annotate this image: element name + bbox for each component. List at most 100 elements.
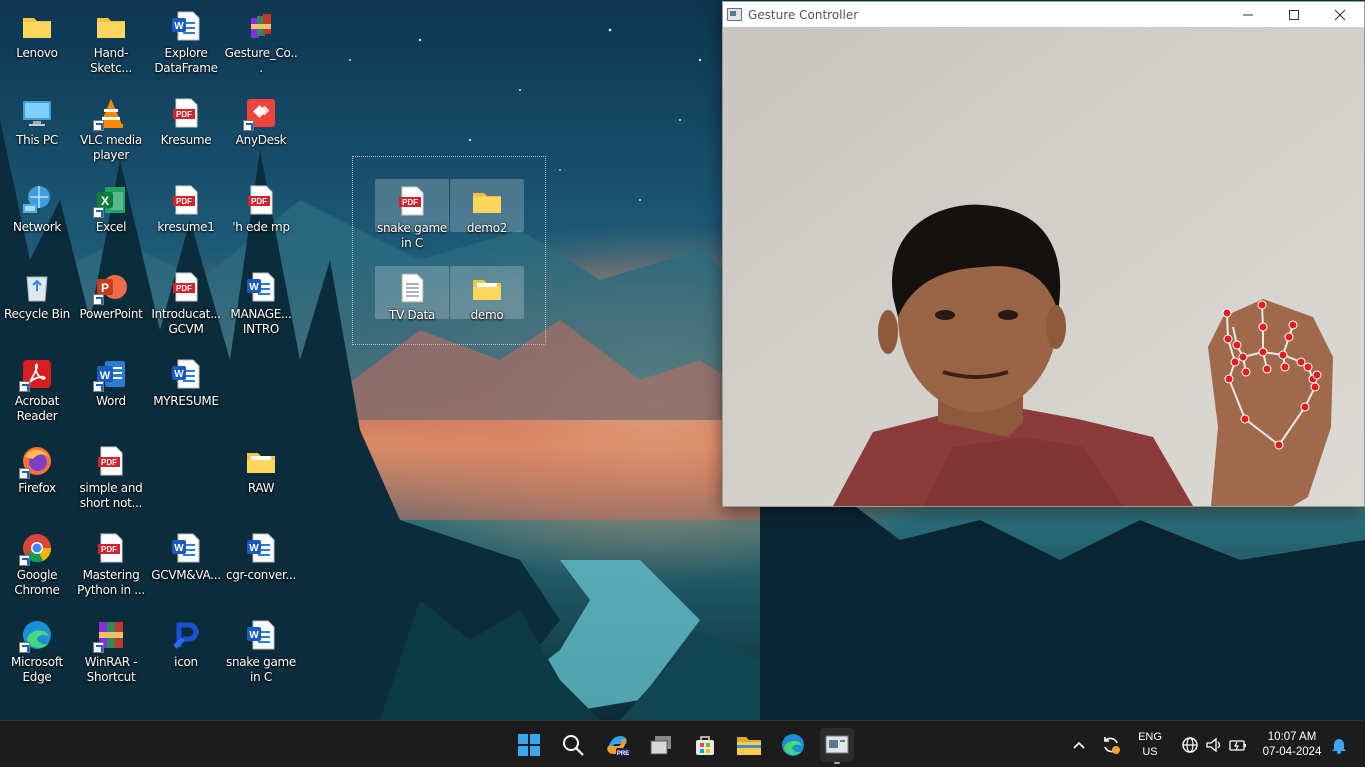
desktop-icon-gcvm-va[interactable]: W GCVM&VA... xyxy=(149,526,223,583)
window-title: Gesture Controller xyxy=(748,7,859,22)
desktop-icon-label: demo xyxy=(470,308,504,322)
maximize-button[interactable] xyxy=(1271,2,1317,27)
desktop-icon-label: icon xyxy=(174,655,198,669)
desktop-icon-label: snake game in C xyxy=(377,221,447,250)
file-explorer-button[interactable] xyxy=(732,728,766,762)
language-indicator[interactable]: ENG US xyxy=(1132,730,1168,760)
edge-icon xyxy=(782,734,804,756)
desktop-icon-label: simple and short not... xyxy=(79,481,143,510)
desktop-icon-kresume1[interactable]: PDF kresume1 xyxy=(149,178,223,235)
desktop-icon-label: VLC media player xyxy=(80,133,142,162)
desktop-icon-excel[interactable]: X Excel xyxy=(74,178,148,235)
desktop-icon-simple-and-short-notes[interactable]: PDF simple and short not... xyxy=(74,439,148,511)
selected-icon-tv-data[interactable]: TV Data xyxy=(375,266,449,322)
microsoft-store-button[interactable] xyxy=(688,728,722,762)
desktop-icon-label: demo2 xyxy=(466,221,508,235)
desktop-icon-label: Mastering Python in ... xyxy=(77,568,145,597)
desktop-icon-vlc-media-player[interactable]: VLC media player xyxy=(74,91,148,163)
desktop-icon-cgr-conver[interactable]: W cgr-conver... xyxy=(224,526,298,583)
svg-text:W: W xyxy=(249,282,259,293)
desktop-icon-gesture-co[interactable]: Gesture_Co... xyxy=(224,4,298,76)
minimize-icon xyxy=(1243,14,1253,15)
desktop-icon-label: WinRAR - Shortcut xyxy=(84,655,138,684)
gesture-controller-taskbar-button[interactable] xyxy=(820,728,854,764)
svg-text:PDF: PDF xyxy=(176,197,192,206)
notifications-button[interactable] xyxy=(1328,728,1350,762)
desktop-icon-label: 'h ede mp xyxy=(232,220,290,234)
desktop-icon-introducat-gcvm[interactable]: PDF Introducat... GCVM xyxy=(149,265,223,337)
task-view-icon xyxy=(650,736,671,755)
desktop-icon-snake-game-doc[interactable]: W snake game in C xyxy=(224,613,298,685)
update-button[interactable] xyxy=(1096,728,1126,762)
svg-text:PDF: PDF xyxy=(176,110,192,119)
network-globe-icon xyxy=(1182,737,1198,753)
desktop-icon-winrar-shortcut[interactable]: WinRAR - Shortcut xyxy=(74,613,148,685)
powerpoint-icon: P xyxy=(93,271,127,305)
desktop-icon-raw[interactable]: RAW xyxy=(224,439,298,496)
svg-text:W: W xyxy=(174,21,184,32)
pdf-icon: PDF xyxy=(170,184,202,216)
desktop-icon-lenovo[interactable]: Lenovo xyxy=(0,4,74,61)
desktop-icon-hand-sketch[interactable]: Hand-Sketc... xyxy=(74,4,148,76)
excel-icon: X xyxy=(93,184,127,218)
desktop-icon-label: Network xyxy=(12,220,61,234)
p-logo-icon xyxy=(170,619,202,651)
desktop-icon-label: TV Data xyxy=(389,308,435,322)
selected-icon-demo2[interactable]: demo2 xyxy=(450,179,524,235)
minimize-button[interactable] xyxy=(1225,2,1271,27)
network-icon xyxy=(21,184,53,216)
task-view-button[interactable] xyxy=(644,728,678,762)
desktop-icon-word[interactable]: W Word xyxy=(74,352,148,409)
selected-icon-demo[interactable]: demo xyxy=(450,266,524,322)
copilot-icon: PRE xyxy=(607,736,630,757)
desktop-icon-recycle-bin[interactable]: Recycle Bin xyxy=(0,265,74,322)
desktop-icon-anydesk[interactable]: AnyDesk xyxy=(224,91,298,148)
search-button[interactable] xyxy=(556,728,590,762)
winrar-icon xyxy=(93,619,127,653)
sync-update-icon xyxy=(1104,737,1120,754)
desktop-icon-label: Introducat... GCVM xyxy=(151,307,221,336)
desktop-icon-explore-dataframe[interactable]: W Explore DataFrame xyxy=(149,4,223,76)
folder-icon xyxy=(245,445,277,477)
close-button[interactable] xyxy=(1317,2,1363,27)
language-label: ENG xyxy=(1138,731,1162,743)
edge-taskbar-button[interactable] xyxy=(776,728,810,762)
battery-icon xyxy=(1229,740,1246,751)
bell-icon xyxy=(1332,739,1346,754)
start-button[interactable] xyxy=(512,728,546,762)
gesture-controller-icon xyxy=(825,735,849,754)
desktop-icon-mastering-python[interactable]: PDF Mastering Python in ... xyxy=(74,526,148,598)
desktop-icon-firefox[interactable]: Firefox xyxy=(0,439,74,496)
chrome-icon xyxy=(19,532,53,566)
acrobat-icon xyxy=(19,358,53,392)
chevron-up-icon xyxy=(1073,741,1085,749)
window-titlebar[interactable]: Gesture Controller xyxy=(723,2,1364,27)
desktop-icon-label: Firefox xyxy=(18,481,56,495)
search-icon xyxy=(563,735,584,756)
winrar-archive-icon xyxy=(245,10,277,42)
pdf-icon: PDF xyxy=(170,97,202,129)
desktop-icon-powerpoint[interactable]: P PowerPoint xyxy=(74,265,148,322)
quick-settings-button[interactable] xyxy=(1176,728,1252,762)
desktop-icon-h-ede-mp[interactable]: PDF 'h ede mp xyxy=(224,178,298,235)
pdf-icon: PDF xyxy=(170,271,202,303)
desktop-icon-microsoft-edge[interactable]: Microsoft Edge xyxy=(0,613,74,685)
desktop-icon-this-pc[interactable]: This PC xyxy=(0,91,74,148)
show-hidden-icons-button[interactable] xyxy=(1066,728,1092,762)
svg-text:PDF: PDF xyxy=(402,198,418,207)
desktop-icon-kresume[interactable]: PDF Kresume xyxy=(149,91,223,148)
desktop-icon-myresume[interactable]: W MYRESUME xyxy=(149,352,223,409)
desktop-icon-network[interactable]: Network xyxy=(0,178,74,235)
svg-text:PRE: PRE xyxy=(617,751,629,757)
selected-icon-snake-game-pdf[interactable]: PDF snake game in C xyxy=(375,179,449,250)
close-icon xyxy=(1334,9,1346,20)
desktop-icon-icon[interactable]: icon xyxy=(149,613,223,670)
gesture-controller-window[interactable]: Gesture Controller xyxy=(722,1,1365,507)
desktop-icon-google-chrome[interactable]: Google Chrome xyxy=(0,526,74,598)
clock[interactable]: 10:07 AM 07-04-2024 xyxy=(1256,730,1328,760)
copilot-button[interactable]: PRE xyxy=(600,728,634,762)
desktop-icon-label: Excel xyxy=(95,220,127,234)
desktop-icon-manage-intro[interactable]: W MANAGE... INTRO xyxy=(224,265,298,337)
desktop-icon-acrobat-reader[interactable]: Acrobat Reader xyxy=(0,352,74,424)
monitor-icon xyxy=(21,97,53,129)
